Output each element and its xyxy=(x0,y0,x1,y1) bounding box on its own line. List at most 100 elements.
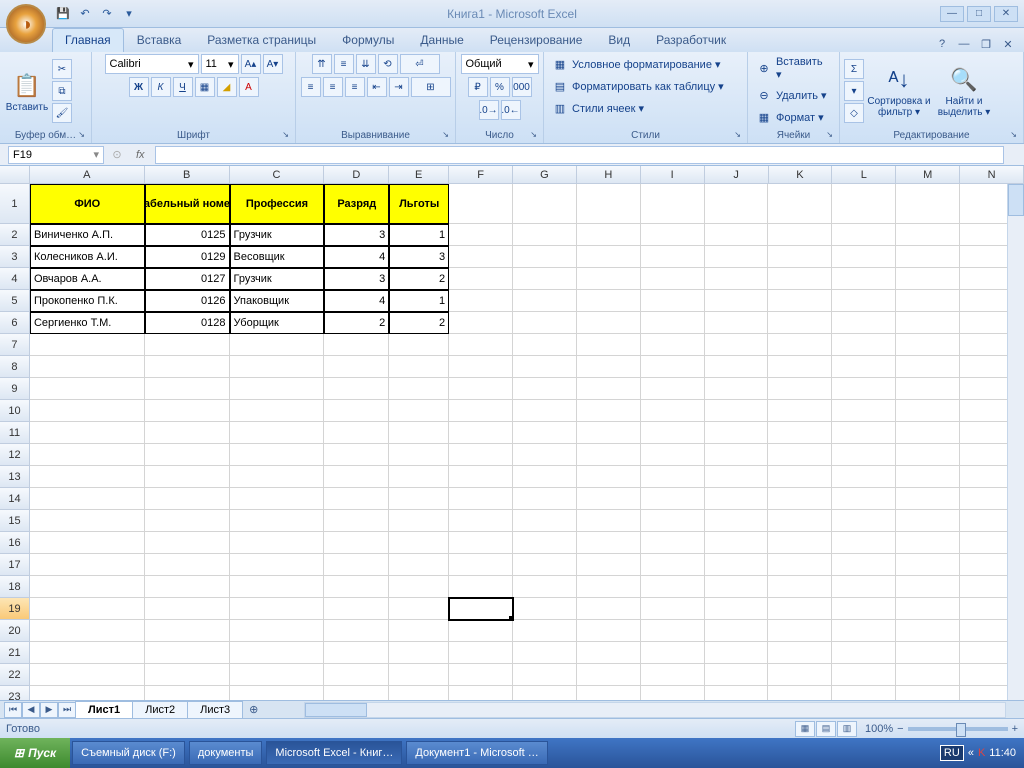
cell[interactable] xyxy=(768,444,832,466)
doc-restore-icon[interactable]: ❐ xyxy=(978,36,994,52)
cell[interactable]: 4 xyxy=(324,290,389,312)
row-header[interactable]: 18 xyxy=(0,576,30,598)
cell[interactable] xyxy=(389,422,449,444)
cell[interactable]: 2 xyxy=(324,312,389,334)
cell[interactable] xyxy=(896,686,960,700)
cell[interactable] xyxy=(832,312,896,334)
cell[interactable] xyxy=(30,642,145,664)
cell[interactable] xyxy=(896,576,960,598)
find-select-button[interactable]: 🔍 Найти и выделить ▾ xyxy=(934,58,994,124)
cell[interactable] xyxy=(513,620,577,642)
cell[interactable] xyxy=(449,554,513,576)
cell[interactable] xyxy=(145,620,230,642)
cell[interactable]: Грузчик xyxy=(230,224,325,246)
cell[interactable] xyxy=(832,356,896,378)
cell[interactable] xyxy=(513,510,577,532)
cell[interactable] xyxy=(896,400,960,422)
taskbar-item[interactable]: документы xyxy=(189,741,263,765)
cell[interactable]: Профессия xyxy=(230,184,325,224)
cell[interactable] xyxy=(705,466,769,488)
cell[interactable] xyxy=(641,290,705,312)
close-icon[interactable]: ✕ xyxy=(994,6,1018,22)
cell[interactable] xyxy=(230,356,325,378)
cell[interactable] xyxy=(30,510,145,532)
cell[interactable] xyxy=(768,224,832,246)
cell[interactable] xyxy=(230,576,325,598)
cell[interactable] xyxy=(768,378,832,400)
sheet-nav-last-icon[interactable]: ⏭ xyxy=(58,702,76,718)
cell[interactable] xyxy=(449,510,513,532)
select-all-corner[interactable] xyxy=(0,166,30,184)
ribbon-tab-0[interactable]: Главная xyxy=(52,28,124,52)
start-button[interactable]: ⊞Пуск xyxy=(0,738,70,768)
cell[interactable] xyxy=(641,378,705,400)
cell[interactable] xyxy=(449,598,513,620)
cell[interactable] xyxy=(30,488,145,510)
sheet-nav-next-icon[interactable]: ▶ xyxy=(40,702,58,718)
cell[interactable] xyxy=(324,466,389,488)
cell[interactable] xyxy=(896,290,960,312)
cell[interactable] xyxy=(641,510,705,532)
cell[interactable] xyxy=(30,532,145,554)
cell[interactable] xyxy=(389,576,449,598)
column-header[interactable]: I xyxy=(641,166,705,184)
insert-cells-button[interactable]: ⊕Вставить ▾ xyxy=(752,54,835,83)
cell[interactable] xyxy=(705,510,769,532)
cell[interactable] xyxy=(832,290,896,312)
cell[interactable] xyxy=(513,268,577,290)
cell[interactable] xyxy=(641,554,705,576)
fx-icon[interactable]: fx xyxy=(130,149,151,161)
cell[interactable] xyxy=(768,686,832,700)
cell[interactable] xyxy=(513,576,577,598)
zoom-slider[interactable] xyxy=(908,727,1008,731)
cell[interactable] xyxy=(145,686,230,700)
cell[interactable] xyxy=(513,290,577,312)
cell[interactable] xyxy=(145,664,230,686)
cell[interactable] xyxy=(324,576,389,598)
cell[interactable]: 3 xyxy=(324,268,389,290)
row-header[interactable]: 12 xyxy=(0,444,30,466)
cell[interactable]: Колесников А.И. xyxy=(30,246,145,268)
cell[interactable] xyxy=(449,224,513,246)
cell[interactable] xyxy=(641,246,705,268)
cell[interactable] xyxy=(577,510,641,532)
cell[interactable] xyxy=(577,378,641,400)
cell[interactable] xyxy=(768,466,832,488)
cell-styles-button[interactable]: ▥Стили ячеек ▾ xyxy=(548,98,648,118)
cell[interactable] xyxy=(145,466,230,488)
cell[interactable] xyxy=(705,400,769,422)
decrease-indent-icon[interactable]: ⇤ xyxy=(367,77,387,97)
column-header[interactable]: F xyxy=(449,166,513,184)
cell[interactable] xyxy=(145,444,230,466)
cell[interactable]: 0125 xyxy=(145,224,230,246)
cell[interactable] xyxy=(449,488,513,510)
cell[interactable] xyxy=(389,510,449,532)
cell[interactable] xyxy=(324,510,389,532)
ribbon-tab-2[interactable]: Разметка страницы xyxy=(194,28,329,52)
format-as-table-button[interactable]: ▤Форматировать как таблицу ▾ xyxy=(548,76,728,96)
cell[interactable] xyxy=(230,466,325,488)
column-header[interactable]: K xyxy=(769,166,833,184)
zoom-out-icon[interactable]: − xyxy=(897,723,903,735)
ribbon-tab-5[interactable]: Рецензирование xyxy=(477,28,596,52)
shrink-font-icon[interactable]: A▾ xyxy=(263,54,283,74)
cell[interactable] xyxy=(577,184,641,224)
cell[interactable] xyxy=(230,422,325,444)
cell[interactable] xyxy=(705,334,769,356)
font-name-select[interactable]: Calibri▾ xyxy=(105,54,199,74)
cell[interactable]: 0127 xyxy=(145,268,230,290)
cell[interactable]: Льготы xyxy=(389,184,449,224)
cell[interactable] xyxy=(324,356,389,378)
cell[interactable] xyxy=(230,598,325,620)
cell[interactable] xyxy=(832,598,896,620)
cell[interactable] xyxy=(896,378,960,400)
column-header[interactable]: J xyxy=(705,166,769,184)
cell[interactable] xyxy=(324,620,389,642)
cell[interactable] xyxy=(768,488,832,510)
copy-icon[interactable]: ⧉ xyxy=(52,81,72,101)
cell[interactable] xyxy=(832,378,896,400)
cell[interactable] xyxy=(768,356,832,378)
save-icon[interactable]: 💾 xyxy=(54,5,72,23)
cell[interactable] xyxy=(389,664,449,686)
taskbar-item[interactable]: Документ1 - Microsoft … xyxy=(406,741,547,765)
